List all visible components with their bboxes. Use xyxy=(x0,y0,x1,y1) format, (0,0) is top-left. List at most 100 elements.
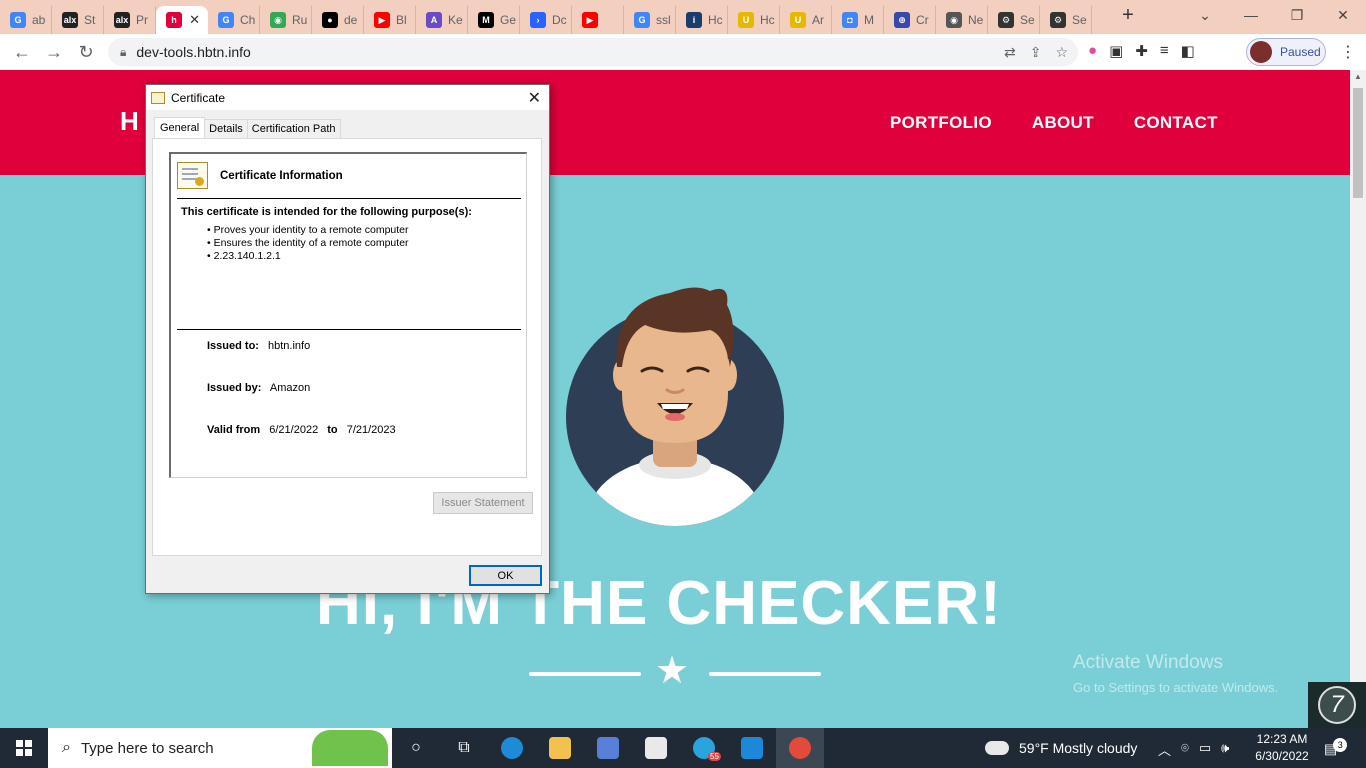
store-icon[interactable] xyxy=(632,728,680,768)
address-bar[interactable]: 🔒︎ dev-tools.hbtn.info ⇄ ⇪ ☆ xyxy=(108,38,1078,66)
browser-tab[interactable]: i Hc xyxy=(676,6,728,34)
browser-tab[interactable]: ⚙ Se xyxy=(988,6,1040,34)
scroll-up-icon[interactable]: ▲ xyxy=(1350,72,1366,81)
puzzle-icon[interactable]: ✚ xyxy=(1135,42,1148,60)
floating-app-icon[interactable]: 7 xyxy=(1308,682,1366,728)
issued-to-label: Issued to: xyxy=(207,340,259,352)
menu-icon[interactable]: ⋮ xyxy=(1340,42,1356,62)
youtube-icon: ▶ xyxy=(582,12,598,28)
close-tab-icon[interactable]: ✕ xyxy=(189,12,200,28)
certificate-icon xyxy=(151,91,165,104)
chevron-up-icon[interactable]: ︿ xyxy=(1158,740,1171,759)
screenshot-extension-icon[interactable]: ▣ xyxy=(1109,42,1123,60)
network-app-icon[interactable] xyxy=(584,728,632,768)
site-logo[interactable]: H xyxy=(120,106,139,137)
tab-certification-path[interactable]: Certification Path xyxy=(246,119,341,138)
dialog-close-icon[interactable]: ✕ xyxy=(528,88,541,108)
translate-icon[interactable]: ⇄ xyxy=(1004,44,1016,61)
profile-button[interactable]: Paused xyxy=(1246,38,1326,66)
gear-icon: ⚙ xyxy=(1050,12,1066,28)
reload-button[interactable]: ↻ xyxy=(70,42,102,63)
browser-tab[interactable]: Gab xyxy=(0,6,52,34)
nav-contact[interactable]: CONTACT xyxy=(1134,113,1218,133)
edge-icon[interactable] xyxy=(488,728,536,768)
browser-tab[interactable]: G Ch xyxy=(208,6,260,34)
share-icon[interactable]: ⇪ xyxy=(1030,44,1042,61)
close-window-button[interactable]: ✕ xyxy=(1320,0,1366,30)
browser-tab[interactable]: ◉ Ru xyxy=(260,6,312,34)
valid-from-label: Valid from xyxy=(207,424,261,436)
issued-by-value: Amazon xyxy=(269,382,311,394)
alx-icon: alx xyxy=(114,12,130,28)
browser-tab[interactable]: ◘ M xyxy=(832,6,884,34)
new-tab-button[interactable]: + xyxy=(1110,4,1146,27)
tab-label: Dc xyxy=(552,13,567,27)
tab-label: Ge xyxy=(500,13,517,27)
arrow-icon: › xyxy=(530,12,546,28)
browser-tab[interactable]: ● de xyxy=(312,6,364,34)
minimize-button[interactable]: — xyxy=(1228,0,1274,30)
volume-icon[interactable]: 🕪︎ xyxy=(1221,740,1229,759)
scrollbar-thumb[interactable] xyxy=(1353,88,1363,198)
browser-tab[interactable]: h ✕ xyxy=(156,6,208,34)
browser-tab[interactable]: ◉ Ne xyxy=(936,6,988,34)
side-panel-icon[interactable]: ◧ xyxy=(1181,42,1195,60)
dialog-tabs: General Details Certification Path xyxy=(154,117,341,138)
valid-to-value: 7/21/2023 xyxy=(346,424,396,436)
tab-general[interactable]: General xyxy=(154,117,206,138)
back-button[interactable]: ← xyxy=(6,42,38,63)
udemy-icon: U xyxy=(790,12,806,28)
taskbar-search[interactable]: ⌕ Type here to search xyxy=(48,728,392,768)
tab-label: St xyxy=(84,13,96,27)
windows-taskbar: ⌕ Type here to search ○ ⧉ 55 59°F Mostly… xyxy=(0,728,1366,768)
vscode-icon[interactable] xyxy=(728,728,776,768)
tab-search-icon[interactable]: ⌄ xyxy=(1182,0,1228,30)
weather-text: 59°F Mostly cloudy xyxy=(1019,740,1138,756)
maximize-button[interactable]: ❐ xyxy=(1274,0,1320,30)
task-view-icon[interactable]: ⧉ xyxy=(440,728,488,768)
browser-tab[interactable]: alx Pr xyxy=(104,6,156,34)
nav-portfolio[interactable]: PORTFOLIO xyxy=(890,113,992,133)
activate-windows-watermark: Activate Windows Go to Settings to activ… xyxy=(1073,652,1278,695)
issuer-statement-button[interactable]: Issuer Statement xyxy=(433,492,533,514)
browser-tab[interactable]: Gssl xyxy=(624,6,676,34)
browser-tab[interactable]: alx St xyxy=(52,6,104,34)
system-tray: ︿ ⌾ ▭ 🕪︎ xyxy=(1158,740,1229,759)
camera-icon[interactable]: ⌾ xyxy=(1181,740,1189,759)
tab-details[interactable]: Details xyxy=(204,119,248,138)
forward-button[interactable]: → xyxy=(38,42,70,63)
weather-widget[interactable]: 59°F Mostly cloudy xyxy=(981,728,1138,768)
page-scrollbar[interactable]: ▲ xyxy=(1350,70,1366,728)
browser-tab[interactable]: M Ge xyxy=(468,6,520,34)
browser-tab[interactable]: U Ar xyxy=(780,6,832,34)
nav-about[interactable]: ABOUT xyxy=(1032,113,1094,133)
cortana-icon[interactable]: ○ xyxy=(392,728,440,768)
issued-rule xyxy=(177,329,521,330)
ok-button[interactable]: OK xyxy=(469,565,542,586)
lock-icon[interactable]: 🔒︎ xyxy=(120,45,126,60)
network-icon[interactable]: ▭ xyxy=(1199,740,1211,759)
browser-tab[interactable]: U Hc xyxy=(728,6,780,34)
browser-tab[interactable]: ▶ Bl xyxy=(364,6,416,34)
bookmark-star-icon[interactable]: ☆ xyxy=(1055,44,1068,61)
file-explorer-icon[interactable] xyxy=(536,728,584,768)
color-extension-icon[interactable]: ● xyxy=(1088,42,1097,60)
search-highlight-image xyxy=(312,730,388,766)
browser-tab[interactable]: ⚙ Se xyxy=(1040,6,1092,34)
certificate-dialog: Certificate ✕ General Details Certificat… xyxy=(145,84,550,594)
browser-tab[interactable]: › Dc xyxy=(520,6,572,34)
browser-tab[interactable]: ⊕ Cr xyxy=(884,6,936,34)
chrome-taskbar-icon[interactable] xyxy=(776,728,824,768)
notification-button[interactable]: ▤3 xyxy=(1324,738,1348,758)
browser-tab[interactable]: A Ke xyxy=(416,6,468,34)
telegram-icon[interactable]: 55 xyxy=(680,728,728,768)
dialog-titlebar[interactable]: Certificate ✕ xyxy=(146,85,549,110)
start-button[interactable] xyxy=(0,728,48,768)
clock[interactable]: 12:23 AM 6/30/2022 xyxy=(1250,731,1314,765)
media-icon[interactable]: ≡ xyxy=(1160,42,1169,60)
search-placeholder: Type here to search xyxy=(80,739,214,757)
issued-by-label: Issued by: xyxy=(207,382,262,394)
purpose-item: • Ensures the identity of a remote compu… xyxy=(207,237,409,249)
checker-avatar-illustration xyxy=(566,287,784,526)
browser-tab[interactable]: ▶ xyxy=(572,6,624,34)
